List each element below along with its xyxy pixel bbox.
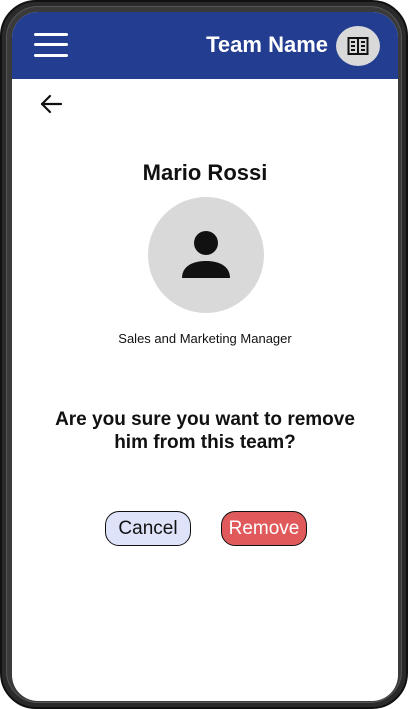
confirm-question: Are you sure you want to remove him from… [55, 409, 355, 453]
app-screen: Team Name Mario Rossi Sales and Marketin… [12, 12, 398, 701]
remove-button[interactable]: Remove [221, 511, 307, 546]
arrow-left-icon [40, 94, 63, 114]
member-avatar [148, 197, 264, 313]
hamburger-menu-icon[interactable] [34, 31, 68, 59]
team-avatar-button[interactable] [336, 26, 380, 66]
person-icon [182, 231, 230, 278]
back-button[interactable] [39, 92, 65, 116]
cancel-button[interactable]: Cancel [105, 511, 191, 546]
member-name: Mario Rossi [142, 160, 268, 185]
app-header: Team Name [12, 12, 398, 79]
building-icon [347, 37, 369, 55]
phone-frame: Team Name Mario Rossi Sales and Marketin… [0, 0, 408, 709]
team-name: Team Name [206, 32, 328, 57]
member-role: Sales and Marketing Manager [118, 331, 292, 346]
